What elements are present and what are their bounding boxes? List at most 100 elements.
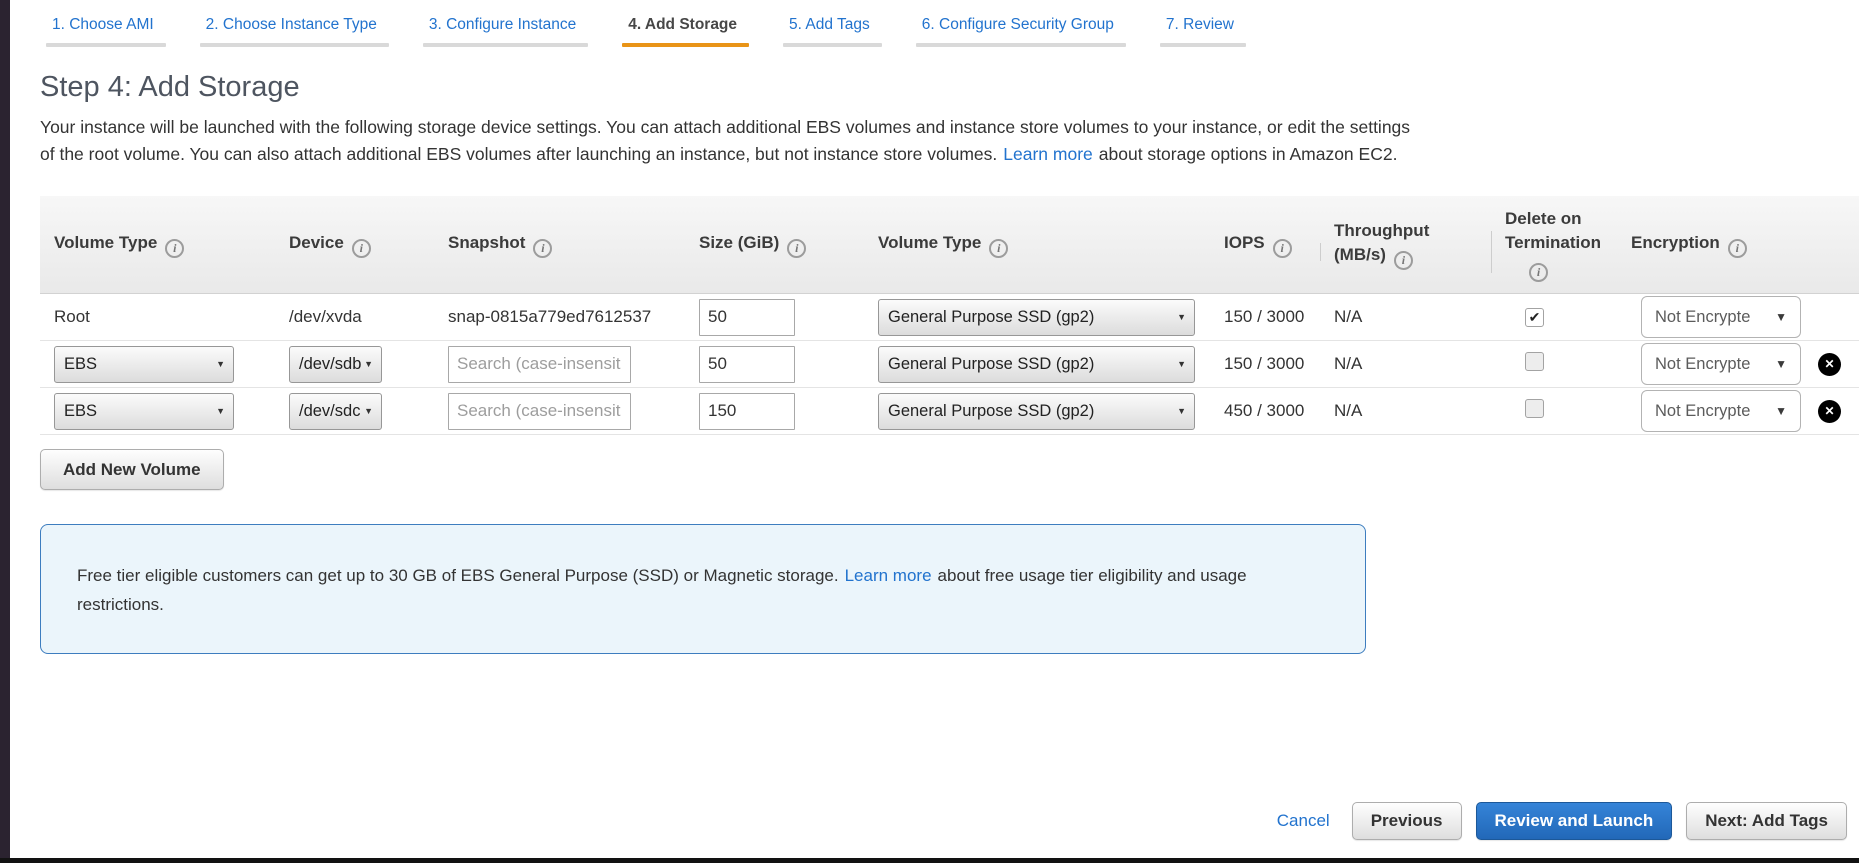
iops-value: 150 / 3000 xyxy=(1224,307,1305,326)
size-input[interactable] xyxy=(699,298,795,336)
tab-choose-ami[interactable]: 1. Choose AMI xyxy=(46,16,166,47)
info-icon[interactable]: i xyxy=(1529,263,1548,282)
delete-on-termination-checkbox[interactable]: ✔ xyxy=(1525,308,1544,327)
volume-type-option-select[interactable]: General Purpose SSD (gp2) ▼ xyxy=(878,298,1195,336)
size-input[interactable] xyxy=(699,345,795,383)
size-input[interactable] xyxy=(699,392,795,430)
learn-more-link[interactable]: Learn more xyxy=(845,566,932,585)
notice-text: Free tier eligible customers can get up … xyxy=(77,566,839,585)
iops-value: 150 / 3000 xyxy=(1224,354,1305,373)
intro-paragraph: Your instance will be launched with the … xyxy=(40,114,1412,168)
tab-label: 2. Choose Instance Type xyxy=(205,16,377,33)
left-dark-bar xyxy=(0,0,10,863)
storage-table: Volume Type i Device i Snapshot i Size (GiB… xyxy=(40,196,1859,435)
delete-on-termination-checkbox[interactable] xyxy=(1525,399,1544,418)
device-select[interactable]: /dev/sdb ▼ xyxy=(289,345,382,383)
header-volume-type-2: Volume Type i xyxy=(864,231,1210,258)
throughput-value: N/A xyxy=(1334,354,1363,373)
throughput-value: N/A xyxy=(1334,401,1363,420)
header-snapshot: Snapshot i xyxy=(434,231,685,258)
iops-value: 450 / 3000 xyxy=(1224,401,1305,420)
info-icon[interactable]: i xyxy=(165,239,185,258)
dropdown-arrow-icon: ▼ xyxy=(1775,404,1787,418)
throughput-value: N/A xyxy=(1334,307,1363,326)
volume-type-select[interactable]: EBS ▼ xyxy=(54,392,234,430)
info-icon[interactable]: i xyxy=(1272,239,1292,258)
table-row-sdb: EBS ▼ /dev/sdb ▼ General Purpose SSD (gp… xyxy=(40,341,1859,388)
next-add-tags-button[interactable]: Next: Add Tags xyxy=(1686,802,1847,840)
snapshot-search-input[interactable] xyxy=(448,392,631,430)
tab-underline xyxy=(915,43,1126,47)
header-volume-type: Volume Type i xyxy=(40,231,275,258)
tab-add-storage[interactable]: 4. Add Storage xyxy=(622,16,750,47)
tab-label: 6. Configure Security Group xyxy=(921,16,1114,33)
volume-type-select[interactable]: EBS ▼ xyxy=(54,345,234,383)
header-throughput: Throughput (MB/s) i xyxy=(1320,219,1491,270)
snapshot-value: snap-0815a779ed7612537 xyxy=(448,307,652,326)
select-arrow-icon: ▼ xyxy=(1177,359,1186,369)
remove-volume-button[interactable]: ✕ xyxy=(1818,399,1841,423)
wizard-step-tabs: 1. Choose AMI 2. Choose Instance Type 3.… xyxy=(46,0,1859,47)
volume-type-value: Root xyxy=(54,307,90,326)
info-icon[interactable]: i xyxy=(1727,239,1747,258)
table-row-sdc: EBS ▼ /dev/sdc ▼ General Purpose SSD (gp… xyxy=(40,388,1859,435)
page-title: Step 4: Add Storage xyxy=(40,71,300,103)
tab-underline-active xyxy=(622,43,750,47)
header-encryption: Encryption i xyxy=(1617,231,1800,258)
tab-underline xyxy=(422,43,589,47)
tab-underline xyxy=(199,43,389,47)
select-arrow-icon: ▼ xyxy=(1177,406,1186,416)
info-icon[interactable]: i xyxy=(787,239,807,258)
tab-label: 5. Add Tags xyxy=(789,16,870,33)
info-icon[interactable]: i xyxy=(533,239,553,258)
tab-label: 1. Choose AMI xyxy=(52,16,154,33)
header-iops: IOPS i xyxy=(1210,231,1320,258)
tab-review[interactable]: 7. Review xyxy=(1159,16,1246,47)
info-icon[interactable]: i xyxy=(1393,251,1413,270)
tab-choose-instance-type[interactable]: 2. Choose Instance Type xyxy=(199,16,389,47)
tab-configure-security-group[interactable]: 6. Configure Security Group xyxy=(915,16,1126,47)
add-new-volume-button[interactable]: Add New Volume xyxy=(40,449,224,490)
tab-configure-instance[interactable]: 3. Configure Instance xyxy=(422,16,589,47)
wizard-content: 1. Choose AMI 2. Choose Instance Type 3.… xyxy=(10,0,1859,654)
header-size: Size (GiB) i xyxy=(685,231,864,258)
wizard-footer: Cancel Previous Review and Launch Next: … xyxy=(1277,802,1847,840)
tab-underline xyxy=(1159,43,1246,47)
bottom-dark-bar xyxy=(0,858,1859,863)
remove-volume-button[interactable]: ✕ xyxy=(1818,352,1841,376)
info-icon[interactable]: i xyxy=(989,239,1009,258)
header-device: Device i xyxy=(275,231,434,258)
device-value: /dev/xvda xyxy=(289,307,362,326)
storage-table-header: Volume Type i Device i Snapshot i Size (GiB… xyxy=(40,196,1859,294)
tab-underline xyxy=(46,43,166,47)
snapshot-search-input[interactable] xyxy=(448,345,631,383)
encryption-select[interactable]: Not Encrypte ▼ xyxy=(1641,296,1801,338)
device-select[interactable]: /dev/sdc ▼ xyxy=(289,392,382,430)
volume-type-option-select[interactable]: General Purpose SSD (gp2) ▼ xyxy=(878,392,1195,430)
select-arrow-icon: ▼ xyxy=(216,406,225,416)
intro-text-after: about storage options in Amazon EC2. xyxy=(1098,144,1398,164)
select-arrow-icon: ▼ xyxy=(364,406,373,416)
select-arrow-icon: ▼ xyxy=(216,359,225,369)
free-tier-notice: Free tier eligible customers can get up … xyxy=(40,524,1366,654)
dropdown-arrow-icon: ▼ xyxy=(1775,357,1787,371)
select-arrow-icon: ▼ xyxy=(1177,312,1186,322)
tab-label: 7. Review xyxy=(1165,16,1234,33)
tab-label: 3. Configure Instance xyxy=(428,16,577,33)
review-and-launch-button[interactable]: Review and Launch xyxy=(1475,802,1673,840)
table-row-root: Root /dev/xvda snap-0815a779ed7612537 Ge… xyxy=(40,294,1859,341)
encryption-select[interactable]: Not Encrypte ▼ xyxy=(1641,343,1801,385)
volume-type-option-select[interactable]: General Purpose SSD (gp2) ▼ xyxy=(878,345,1195,383)
previous-button[interactable]: Previous xyxy=(1351,802,1462,840)
learn-more-link[interactable]: Learn more xyxy=(1003,144,1093,164)
cancel-link[interactable]: Cancel xyxy=(1277,811,1330,831)
select-arrow-icon: ▼ xyxy=(364,359,373,369)
tab-label: 4. Add Storage xyxy=(628,16,738,33)
tab-add-tags[interactable]: 5. Add Tags xyxy=(783,16,882,47)
delete-on-termination-checkbox[interactable] xyxy=(1525,352,1544,371)
encryption-select[interactable]: Not Encrypte ▼ xyxy=(1641,390,1801,432)
info-icon[interactable]: i xyxy=(351,239,371,258)
tab-underline xyxy=(783,43,882,47)
dropdown-arrow-icon: ▼ xyxy=(1775,310,1787,324)
header-delete-on-termination: Delete on Terminationi xyxy=(1491,207,1617,282)
